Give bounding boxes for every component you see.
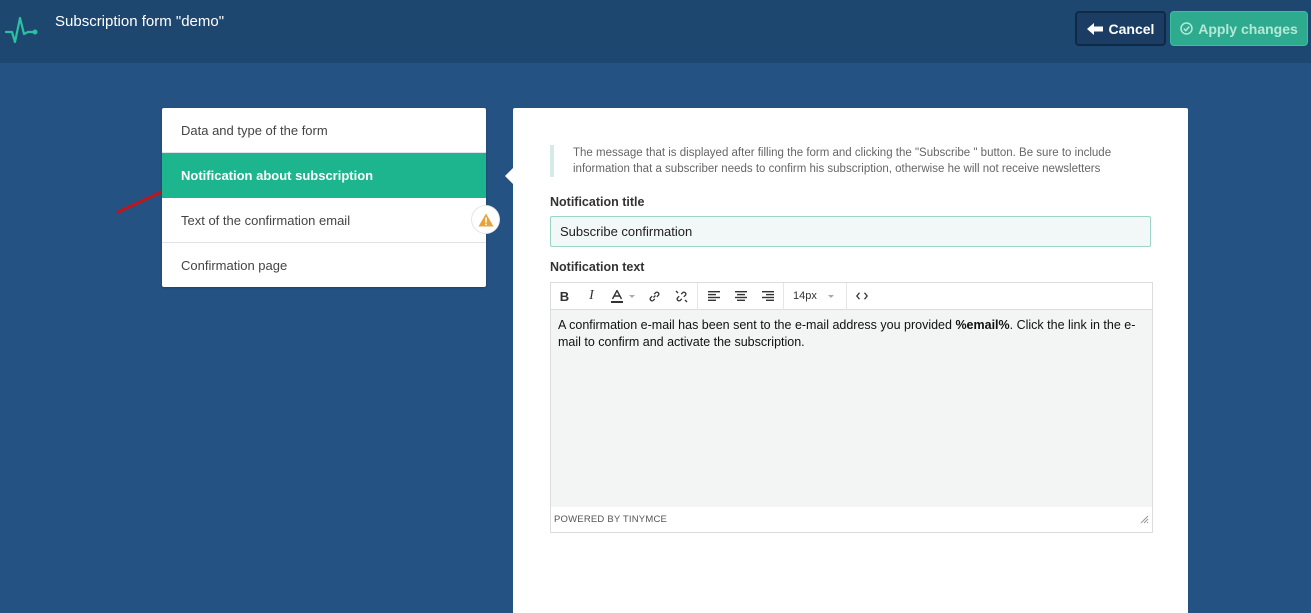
menu-item-notification[interactable]: Notification about subscription: [162, 153, 486, 198]
warning-icon: [478, 213, 493, 226]
font-size-select[interactable]: 14px: [786, 283, 844, 310]
bold-button[interactable]: B: [551, 283, 578, 310]
cancel-button[interactable]: Cancel: [1075, 11, 1166, 46]
italic-button[interactable]: I: [578, 283, 605, 310]
rich-text-editor: B I 14px A confirmation e-mail has been …: [550, 282, 1153, 533]
notification-title-input[interactable]: [550, 216, 1151, 247]
align-center-button[interactable]: [727, 283, 754, 310]
unlink-icon: [675, 290, 688, 302]
notification-panel: The message that is displayed after fill…: [513, 108, 1188, 613]
editor-text-part: A confirmation e-mail has been sent to t…: [558, 318, 956, 332]
chevron-down-icon: [629, 294, 635, 298]
align-left-button[interactable]: [700, 283, 727, 310]
font-size-value: 14px: [793, 290, 817, 302]
link-icon: [649, 291, 660, 301]
menu-item-label: Confirmation page: [181, 257, 288, 273]
notification-text-label: Notification text: [550, 260, 645, 274]
editor-content[interactable]: A confirmation e-mail has been sent to t…: [551, 310, 1152, 507]
menu-item-label: Data and type of the form: [181, 122, 328, 138]
code-icon: [856, 292, 869, 300]
chevron-down-icon: [827, 294, 834, 298]
pulse-logo-icon: [5, 16, 38, 44]
insert-link-button[interactable]: [641, 283, 668, 310]
align-left-icon: [707, 291, 720, 301]
editor-toolbar: B I 14px: [551, 282, 1152, 310]
resize-handle-icon[interactable]: [1140, 515, 1149, 524]
panel-pointer: [505, 168, 513, 184]
apply-changes-label: Apply changes: [1198, 20, 1298, 37]
email-placeholder: %email%: [955, 318, 1010, 332]
powered-by-label[interactable]: POWERED BY TINYMCE: [554, 514, 667, 525]
page-title: Subscription form "demo": [55, 13, 225, 30]
notification-title-label: Notification title: [550, 195, 645, 209]
align-right-button[interactable]: [754, 283, 781, 310]
menu-item-form-data[interactable]: Data and type of the form: [162, 108, 486, 153]
settings-menu: Data and type of the form Notification a…: [162, 108, 486, 287]
check-circle-icon: [1180, 22, 1193, 35]
menu-item-label: Notification about subscription: [181, 167, 374, 183]
text-color-button[interactable]: [605, 283, 641, 310]
align-right-icon: [761, 291, 774, 301]
top-header: Subscription form "demo" Cancel Apply ch…: [0, 0, 1311, 63]
align-center-icon: [734, 291, 747, 301]
editor-statusbar: POWERED BY TINYMCE: [551, 507, 1152, 532]
warning-badge: [472, 206, 499, 233]
menu-item-label: Text of the confirmation email: [181, 212, 351, 228]
remove-link-button[interactable]: [668, 283, 695, 310]
help-text: The message that is displayed after fill…: [550, 145, 1130, 177]
arrow-left-icon: [1086, 22, 1103, 35]
source-code-button[interactable]: [849, 283, 876, 310]
cancel-button-label: Cancel: [1108, 20, 1155, 37]
text-color-icon: [611, 289, 623, 303]
menu-item-confirmation-page[interactable]: Confirmation page: [162, 243, 486, 287]
italic-icon: I: [589, 288, 594, 303]
menu-item-confirmation-email[interactable]: Text of the confirmation email: [162, 198, 486, 243]
bold-icon: B: [559, 288, 570, 304]
apply-changes-button[interactable]: Apply changes: [1170, 11, 1308, 46]
